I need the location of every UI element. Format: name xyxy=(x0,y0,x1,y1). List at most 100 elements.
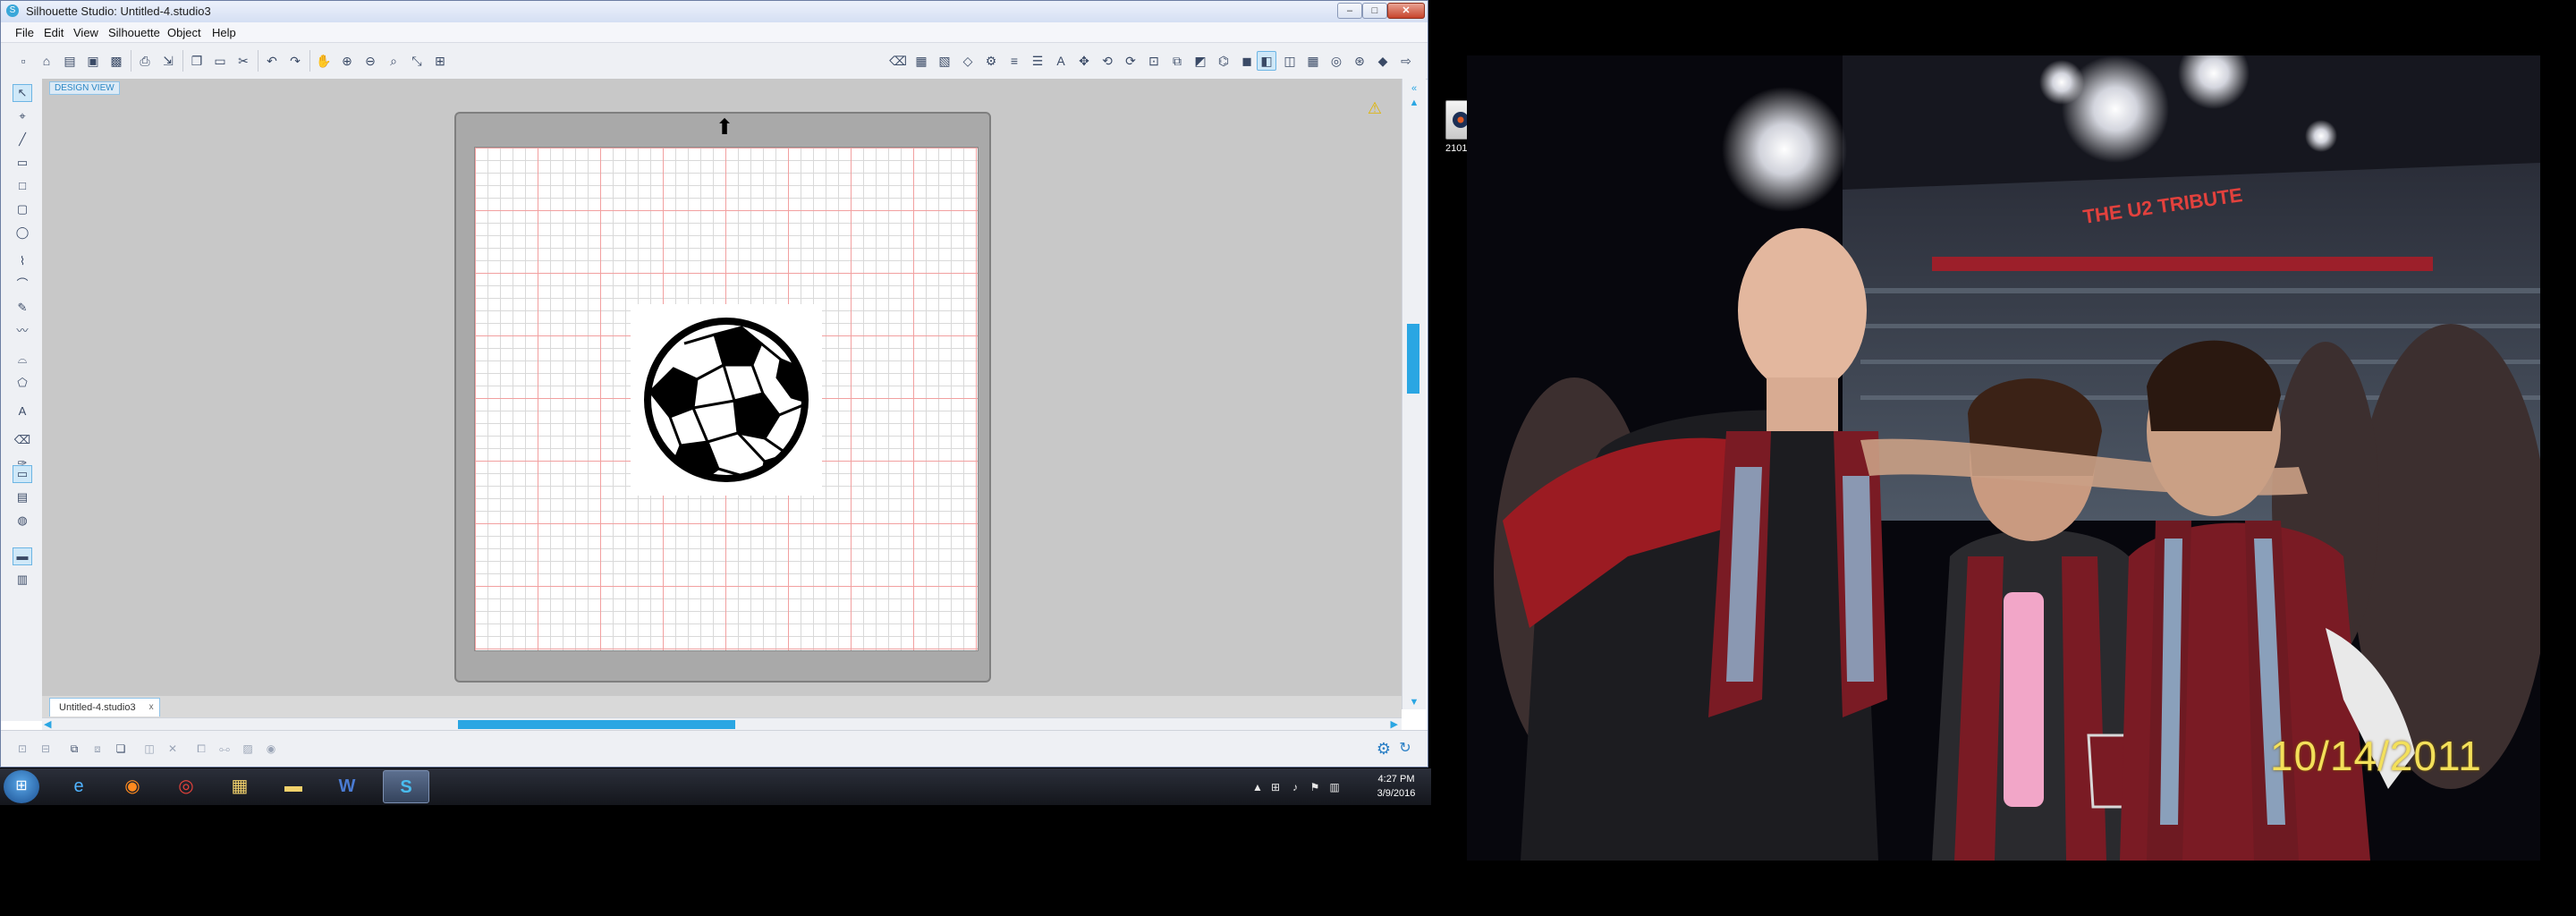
image-effects-icon[interactable]: ◎ xyxy=(1326,51,1346,71)
maximize-button[interactable]: □ xyxy=(1362,3,1387,19)
scale-icon[interactable]: ⟳ xyxy=(1121,51,1140,71)
freehand-tool-icon[interactable]: 〰 xyxy=(13,322,32,340)
clock-date[interactable]: 3/9/2016 xyxy=(1367,788,1426,799)
menu-edit[interactable]: Edit xyxy=(44,26,64,39)
page-settings-icon[interactable]: ▦ xyxy=(911,51,931,71)
align-icon[interactable]: ⊡ xyxy=(1144,51,1164,71)
online-store-icon[interactable]: ◍ xyxy=(13,512,32,530)
action-center-flag-icon[interactable]: ⚑ xyxy=(1308,780,1322,794)
weld-icon[interactable]: ◉ xyxy=(262,740,280,758)
internet-explorer-icon[interactable]: e xyxy=(55,770,102,803)
windows-update-icon[interactable]: ⊞ xyxy=(1268,780,1283,794)
library-icon[interactable]: ▤ xyxy=(60,51,80,71)
silhouette-studio-taskbar-icon[interactable]: S xyxy=(383,770,429,803)
minimize-button[interactable]: – xyxy=(1337,3,1362,19)
modify-icon[interactable]: ◩ xyxy=(1191,51,1210,71)
design-view-icon[interactable]: ▬ xyxy=(13,547,32,565)
copy-icon[interactable]: ❐ xyxy=(187,51,207,71)
horizontal-scroll-thumb[interactable] xyxy=(457,720,735,729)
pan-hand-icon[interactable]: ✋ xyxy=(314,51,334,71)
page-setup-icon[interactable]: ▭ xyxy=(13,465,32,483)
collapse-panel-icon[interactable]: « xyxy=(1408,82,1420,95)
ungroup-icon[interactable]: ◫ xyxy=(140,740,158,758)
firefox-icon[interactable]: ◉ xyxy=(109,770,156,803)
layout-icon[interactable]: ▦ xyxy=(1303,51,1323,71)
drag-zoom-icon[interactable]: ⤡ xyxy=(407,51,427,71)
rectangle-tool-icon[interactable]: □ xyxy=(13,177,32,195)
eraser-icon[interactable]: ⌫ xyxy=(13,431,32,449)
warning-icon[interactable]: ⚠ xyxy=(1366,100,1384,116)
replicate-icon[interactable]: ⧉ xyxy=(1167,51,1187,71)
vertical-scrollbar[interactable]: « ▲ ▼ xyxy=(1402,79,1426,709)
rotate-icon[interactable]: ⟲ xyxy=(1097,51,1117,71)
scroll-up-icon[interactable]: ▲ xyxy=(1408,97,1420,109)
fit-to-page-icon[interactable]: ⊞ xyxy=(430,51,450,71)
registration-marks-icon[interactable]: ◇ xyxy=(958,51,978,71)
menu-silhouette[interactable]: Silhouette xyxy=(108,26,160,39)
folder-icon[interactable]: ▬ xyxy=(270,770,317,803)
arc-tool-icon[interactable]: ⌒ xyxy=(13,276,32,293)
clock-time[interactable]: 4:27 PM xyxy=(1367,774,1426,785)
close-button[interactable]: ✕ xyxy=(1387,3,1425,19)
send-to-silhouette-icon[interactable]: ⇲ xyxy=(158,51,178,71)
transform-icon[interactable]: ✥ xyxy=(1074,51,1094,71)
color-picker-icon[interactable]: ⊛ xyxy=(1350,51,1369,71)
cut-settings-icon[interactable]: ⚙ xyxy=(981,51,1001,71)
duplicate-icon[interactable]: ⧉ xyxy=(65,740,83,758)
line-style-icon[interactable]: ☰ xyxy=(1028,51,1047,71)
rounded-rect-tool-icon[interactable]: ▢ xyxy=(13,200,32,218)
menu-view[interactable]: View xyxy=(73,26,98,39)
group-icon[interactable]: ❏ xyxy=(112,740,130,758)
refresh-icon[interactable]: ↻ xyxy=(1396,740,1414,758)
deselect-icon[interactable]: ⊟ xyxy=(37,740,55,758)
bring-forward-icon[interactable]: ▨ xyxy=(239,740,257,758)
word-icon[interactable]: W xyxy=(324,770,370,803)
text-style-icon[interactable]: A xyxy=(1051,51,1071,71)
release-compound-icon[interactable]: ⧟ xyxy=(216,740,233,758)
file-explorer-icon[interactable]: ▦ xyxy=(216,770,263,803)
select-all-icon[interactable]: ⊡ xyxy=(13,740,31,758)
fill-color-icon[interactable]: ◼ xyxy=(1237,51,1257,71)
scroll-left-icon[interactable]: ◀ xyxy=(44,718,51,731)
save-to-library-icon[interactable]: ▩ xyxy=(106,51,126,71)
make-compound-icon[interactable]: ⧠ xyxy=(192,740,210,758)
print-icon[interactable]: ⎙ xyxy=(135,51,155,71)
zoom-in-icon[interactable]: ⊕ xyxy=(337,51,357,71)
library-panel-icon[interactable]: ▤ xyxy=(13,488,32,506)
save-icon[interactable]: ▣ xyxy=(83,51,103,71)
network-icon[interactable]: ▥ xyxy=(1327,780,1342,794)
zoom-out-icon[interactable]: ⊖ xyxy=(360,51,380,71)
chrome-icon[interactable]: ◎ xyxy=(163,770,209,803)
start-button[interactable]: ⊞ xyxy=(4,770,39,803)
star-tool-icon[interactable]: ⬠ xyxy=(13,374,32,392)
new-document-icon[interactable]: ▫ xyxy=(13,51,33,71)
text-tool-icon[interactable]: A xyxy=(13,403,32,420)
cutting-grid[interactable] xyxy=(474,147,979,651)
menu-file[interactable]: File xyxy=(15,26,34,39)
open-file-icon[interactable]: ⌂ xyxy=(37,51,56,71)
offset-icon[interactable]: ⌬ xyxy=(1214,51,1233,71)
horizontal-scrollbar[interactable]: ◀ ▶ xyxy=(42,717,1402,731)
paste-icon[interactable]: ▭ xyxy=(210,51,230,71)
menu-object[interactable]: Object xyxy=(167,26,201,39)
grid-settings-icon[interactable]: ▧ xyxy=(935,51,954,71)
soccer-ball-design[interactable] xyxy=(631,304,822,496)
cut-icon[interactable]: ✂ xyxy=(233,51,253,71)
zoom-select-icon[interactable]: ⌕ xyxy=(384,51,403,71)
select-tool-icon[interactable]: ↖ xyxy=(13,84,32,102)
polygon-tool-icon[interactable]: ▭ xyxy=(13,154,32,172)
smooth-tool-icon[interactable]: ⌓ xyxy=(13,351,32,369)
eraser-tool-icon[interactable]: ⌫ xyxy=(888,51,908,71)
delete-icon[interactable]: ⧈ xyxy=(89,740,106,758)
redo-icon[interactable]: ↷ xyxy=(285,51,305,71)
line-color-icon[interactable]: ≡ xyxy=(1004,51,1024,71)
curve-tool-icon[interactable]: ⌇ xyxy=(13,252,32,270)
send-to-cutter-icon[interactable]: ⇨ xyxy=(1396,51,1416,71)
design-workspace[interactable]: DESIGN VIEW ⚠ ⬆ xyxy=(42,79,1402,696)
scroll-down-icon[interactable]: ▼ xyxy=(1408,696,1420,708)
scroll-right-icon[interactable]: ▶ xyxy=(1391,718,1398,731)
pen-tool-icon[interactable]: ✎ xyxy=(13,299,32,317)
volume-icon[interactable]: ♪ xyxy=(1288,780,1302,794)
title-bar[interactable]: S Silhouette Studio: Untitled-4.studio3 … xyxy=(1,1,1428,23)
knife-icon[interactable]: ◫ xyxy=(1280,51,1300,71)
